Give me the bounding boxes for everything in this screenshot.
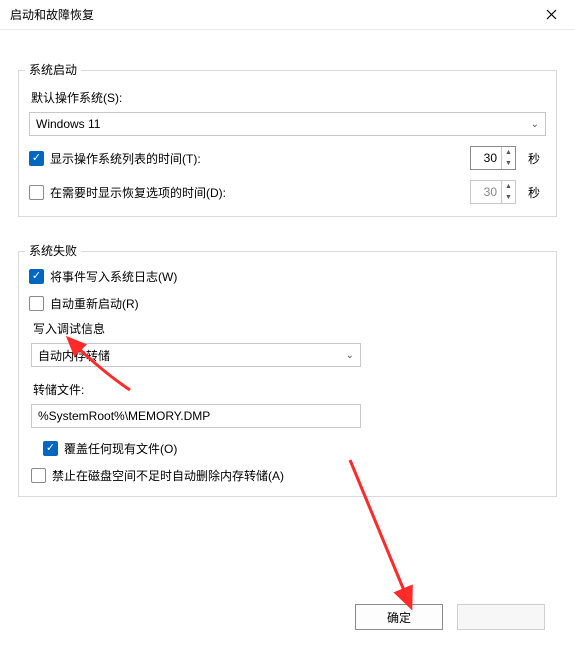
group-title-startup: 系统启动 [25, 61, 81, 78]
arrow-up-icon: ▲ [502, 181, 515, 192]
label-auto-restart: 自动重新启动(R) [50, 295, 139, 312]
label-show-os-list: 显示操作系统列表的时间(T): [50, 150, 201, 167]
group-system-failure: 系统失败 ✓ 将事件写入系统日志(W) ✓ 自动重新启动(R) 写入调试信息 自… [18, 251, 557, 497]
spinner-recovery-value [471, 181, 501, 203]
spinner-arrows: ▲▼ [501, 181, 515, 203]
spinner-os-list-value[interactable] [471, 147, 501, 169]
input-dump-file-value[interactable] [38, 405, 354, 427]
titlebar: 启动和故障恢复 [0, 0, 575, 30]
label-default-os: 默认操作系统(S): [31, 89, 544, 106]
spinner-arrows[interactable]: ▲▼ [501, 147, 515, 169]
checkbox-write-event[interactable]: ✓ [29, 269, 44, 284]
unit-seconds: 秒 [528, 184, 546, 201]
spinner-os-list-seconds[interactable]: ▲▼ [470, 146, 516, 170]
combo-default-os-value: Windows 11 [36, 117, 100, 131]
checkbox-show-recovery[interactable]: ✓ [29, 185, 44, 200]
close-button[interactable] [535, 3, 567, 27]
label-dump-file: 转储文件: [33, 381, 542, 398]
label-disable-auto-delete: 禁止在磁盘空间不足时自动删除内存转储(A) [52, 467, 284, 484]
arrow-down-icon[interactable]: ▼ [502, 158, 515, 169]
ok-button[interactable]: 确定 [355, 604, 443, 630]
group-system-startup: 系统启动 默认操作系统(S): Windows 11 ⌄ ✓ 显示操作系统列表的… [18, 70, 557, 217]
unit-seconds: 秒 [528, 150, 546, 167]
chevron-down-icon: ⌄ [531, 119, 539, 130]
close-icon [546, 9, 557, 20]
checkbox-overwrite[interactable]: ✓ [43, 441, 58, 456]
window-title: 启动和故障恢复 [10, 6, 94, 23]
combo-debug-type[interactable]: 自动内存转储 ⌄ [31, 343, 361, 367]
label-show-recovery: 在需要时显示恢复选项的时间(D): [50, 184, 226, 201]
checkbox-disable-auto-delete[interactable]: ✓ [31, 468, 46, 483]
label-overwrite: 覆盖任何现有文件(O) [64, 440, 177, 457]
checkbox-auto-restart[interactable]: ✓ [29, 296, 44, 311]
spinner-recovery-seconds: ▲▼ [470, 180, 516, 204]
arrow-up-icon[interactable]: ▲ [502, 147, 515, 158]
dialog-buttons: 确定 [355, 604, 545, 630]
label-write-event: 将事件写入系统日志(W) [50, 268, 177, 285]
arrow-down-icon: ▼ [502, 192, 515, 203]
input-dump-file[interactable] [31, 404, 361, 428]
checkbox-show-os-list[interactable]: ✓ [29, 151, 44, 166]
label-debug-info: 写入调试信息 [33, 320, 542, 337]
chevron-down-icon: ⌄ [346, 350, 354, 361]
combo-debug-type-value: 自动内存转储 [38, 347, 110, 364]
cancel-button[interactable] [457, 604, 545, 630]
combo-default-os[interactable]: Windows 11 ⌄ [29, 112, 546, 136]
group-title-failure: 系统失败 [25, 242, 81, 259]
